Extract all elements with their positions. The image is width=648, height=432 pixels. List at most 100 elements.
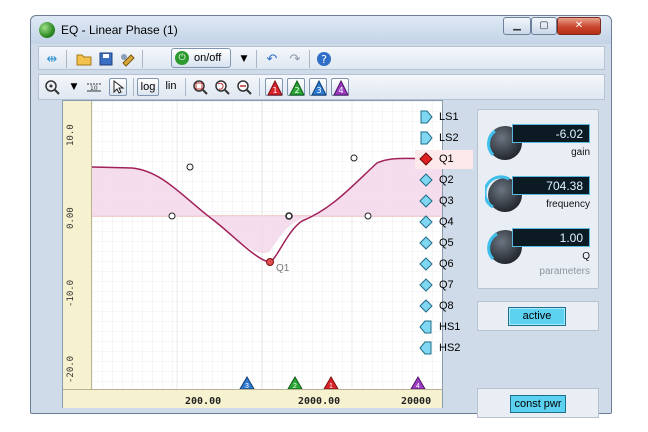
eq-curve-canvas[interactable]: Q1 3 2 1 4 — [92, 101, 442, 389]
toolbar-separator — [309, 50, 310, 68]
peak-icon — [419, 173, 433, 187]
band-label: Q7 — [439, 279, 454, 291]
y-tick-label: -20.0 — [66, 355, 76, 383]
gain-display[interactable]: -6.02 — [512, 124, 590, 143]
grid-toggle-icon[interactable]: 10 — [85, 78, 103, 96]
band-button-ls2[interactable]: LS2 — [415, 129, 473, 148]
zoom-fit-icon[interactable] — [191, 78, 209, 96]
low-shelf-icon — [420, 131, 433, 145]
onoff-label: on/off — [194, 52, 222, 64]
q1-handle — [266, 258, 274, 266]
band-label: HS1 — [439, 321, 461, 333]
parameters-section-label: parameters — [539, 266, 590, 277]
power-icon: ⏻ — [175, 51, 189, 65]
maximize-button[interactable]: ▢ — [531, 17, 557, 35]
redo-icon[interactable]: ↷ — [286, 50, 304, 68]
band-button-q4[interactable]: Q4 — [415, 213, 473, 232]
band-1-label: 1 — [272, 86, 277, 95]
band-button-q5[interactable]: Q5 — [415, 234, 473, 253]
svg-text:10: 10 — [90, 85, 98, 92]
high-shelf-icon — [419, 341, 432, 355]
zoom-reset-icon[interactable] — [213, 78, 231, 96]
band-4-label: 4 — [338, 86, 343, 95]
undo-icon[interactable]: ↶ — [263, 50, 281, 68]
band-button-q1[interactable]: Q1 — [415, 150, 473, 169]
band-label: Q3 — [439, 195, 454, 207]
zoom-out-icon[interactable] — [235, 78, 253, 96]
band-button-q6[interactable]: Q6 — [415, 255, 473, 274]
peak-icon — [419, 152, 433, 166]
preset-icon[interactable] — [119, 50, 137, 68]
x-tick-label: 20000 — [401, 396, 432, 407]
band-4-toggle[interactable]: 4 — [331, 78, 349, 96]
q-display[interactable]: 1.00 — [512, 228, 590, 247]
peak-icon — [419, 278, 433, 292]
band-button-q7[interactable]: Q7 — [415, 276, 473, 295]
band-button-ls1[interactable]: LS1 — [415, 108, 473, 127]
band-label: Q6 — [439, 258, 454, 270]
low-shelf-icon — [420, 110, 433, 124]
log-scale-button[interactable]: log — [137, 78, 159, 96]
chevron-down-icon[interactable]: ▼ — [65, 78, 83, 96]
band-handle — [186, 163, 194, 171]
toolbar-separator — [66, 50, 67, 68]
toolbar-separator — [133, 78, 134, 96]
band-label: Q4 — [439, 216, 454, 228]
close-button[interactable]: ✕ — [557, 17, 601, 35]
toolbar-separator — [256, 50, 257, 68]
x-tick-label: 200.00 — [185, 396, 222, 407]
band-button-hs1[interactable]: HS1 — [415, 318, 473, 337]
band-2-label: 2 — [294, 86, 299, 95]
minimize-button[interactable]: ▁ — [503, 17, 531, 35]
active-section: active — [477, 301, 599, 331]
eq-graph[interactable]: 10.0 0.00 -10.0 -20.0 Q1 3 2 1 4 200.00 … — [62, 100, 443, 408]
toolbar-separator — [185, 78, 186, 96]
band-button-q8[interactable]: Q8 — [415, 297, 473, 316]
window-title: EQ - Linear Phase (1) — [61, 23, 178, 37]
peak-icon — [419, 236, 433, 250]
view-toolbar: ▼ 10 log lin 1 2 3 4 — [38, 74, 605, 100]
frequency-display[interactable]: 704.38 — [512, 176, 590, 195]
band-handle — [364, 212, 372, 220]
onoff-button[interactable]: ⏻ on/off — [171, 48, 231, 68]
toolbar-separator — [259, 78, 260, 96]
save-icon[interactable] — [97, 50, 115, 68]
pointer-tool-icon[interactable] — [109, 78, 127, 96]
band-3-toggle[interactable]: 3 — [309, 78, 327, 96]
svg-text:?: ? — [321, 53, 327, 66]
y-axis-ruler: 10.0 0.00 -10.0 -20.0 — [63, 101, 92, 389]
app-icon — [39, 22, 55, 38]
band-button-q2[interactable]: Q2 — [415, 171, 473, 190]
band-1-toggle[interactable]: 1 — [265, 78, 283, 96]
active-button[interactable]: active — [508, 307, 566, 326]
peak-icon — [419, 194, 433, 208]
band-handle — [168, 212, 176, 220]
chevron-down-icon[interactable]: ▼ — [235, 50, 253, 68]
gain-label: gain — [571, 147, 590, 158]
lin-scale-button[interactable]: lin — [163, 78, 179, 96]
eq-window: EQ - Linear Phase (1) ▁ ▢ ✕ ⇹ ⏻ on/off ▼… — [30, 15, 612, 418]
const-pwr-button[interactable]: const pwr — [510, 395, 566, 413]
frequency-label: frequency — [546, 199, 590, 210]
band-label: LS1 — [439, 111, 459, 123]
band-button-hs2[interactable]: HS2 — [415, 339, 473, 358]
peak-icon — [419, 215, 433, 229]
high-shelf-icon — [419, 320, 432, 334]
band-label: Q2 — [439, 174, 454, 186]
y-tick-label: 10.0 — [66, 124, 76, 146]
band-label: Q8 — [439, 300, 454, 312]
band-2-toggle[interactable]: 2 — [287, 78, 305, 96]
x-axis-ruler — [63, 389, 442, 408]
band-button-q3[interactable]: Q3 — [415, 192, 473, 211]
const-pwr-section: const pwr — [477, 388, 599, 418]
band-label: HS2 — [439, 342, 461, 354]
open-folder-icon[interactable] — [75, 50, 93, 68]
band-handle — [285, 212, 293, 220]
toolbar-separator — [142, 50, 143, 68]
pin-icon[interactable]: ⇹ — [43, 50, 61, 68]
q-label: Q — [582, 251, 590, 262]
zoom-target-icon[interactable] — [43, 78, 61, 96]
help-icon[interactable]: ? — [315, 50, 333, 68]
y-tick-label: 0.00 — [66, 207, 76, 229]
x-tick-label: 2000.00 — [298, 396, 341, 407]
